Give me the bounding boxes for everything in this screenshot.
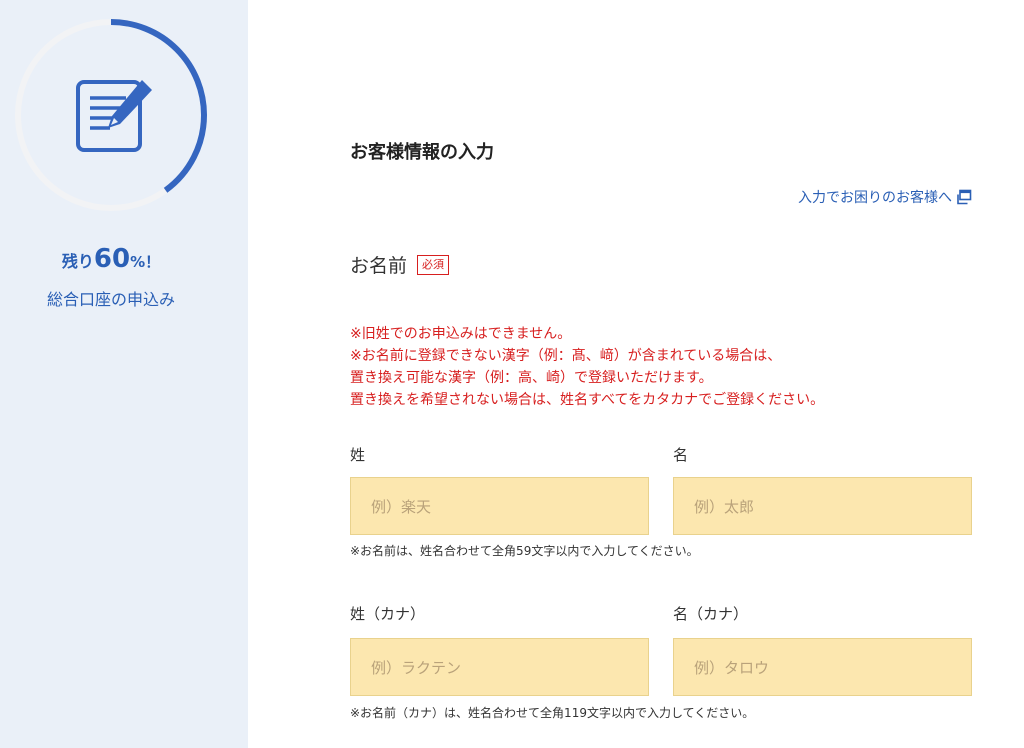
first-kana-placeholder: 例）タロウ: [694, 658, 770, 677]
first-name-placeholder: 例）太郎: [694, 497, 755, 516]
first-name-input[interactable]: 例）太郎: [673, 477, 972, 535]
required-badge: 必須: [417, 254, 450, 275]
kana-length-note: ※お名前（カナ）は、姓名合わせて全角119文字以内で入力してください。: [350, 706, 755, 720]
name-label: お名前: [350, 255, 408, 277]
last-kana-label: 姓（カナ）: [350, 605, 426, 623]
first-kana-label: 名（カナ）: [673, 605, 749, 623]
notice-line: 置き換えを希望されない場合は、姓名すべてをカタカナでご登録ください。: [350, 392, 825, 408]
last-name-label: 姓: [350, 446, 366, 464]
notice-line: ※旧姓でのお申込みはできません。: [350, 326, 572, 342]
last-kana-placeholder: 例）ラクテン: [371, 658, 462, 677]
document-edit-icon: [76, 80, 152, 152]
name-section-label: お名前 必須: [350, 251, 450, 278]
last-name-input[interactable]: 例）楽天: [350, 477, 649, 535]
main-content: お客様情報の入力 入力でお困りのお客様へ お名前 必須 ※旧姓でのお申込みはでき…: [248, 0, 1024, 748]
progress-prefix: 残り: [61, 252, 94, 271]
application-name: 総合口座の申込み: [46, 290, 175, 309]
progress-value: 60: [93, 244, 131, 274]
last-kana-input[interactable]: 例）ラクテン: [350, 638, 649, 696]
notice-line: ※お名前に登録できない漢字（例：髙、﨑）が含まれている場合は、: [350, 348, 782, 364]
progress-suffix: %！: [130, 253, 161, 271]
notice-line: 置き換え可能な漢字（例：高、崎）で登録いただけます。: [350, 370, 713, 386]
progress-remaining: 残り60%！: [0, 244, 222, 277]
page-title: お客様情報の入力: [350, 142, 494, 163]
first-name-label: 名: [673, 446, 689, 464]
external-window-icon: [957, 189, 972, 205]
first-kana-input[interactable]: 例）タロウ: [673, 638, 972, 696]
progress-sidebar: 残り60%！ 総合口座の申込み: [0, 0, 248, 748]
last-name-placeholder: 例）楽天: [371, 497, 432, 516]
help-link-label: 入力でお困りのお客様へ: [798, 190, 952, 206]
name-notices: ※旧姓でのお申込みはできません。 ※お名前に登録できない漢字（例：髙、﨑）が含ま…: [350, 323, 824, 411]
kanji-length-note: ※お名前は、姓名合わせて全角59文字以内で入力してください。: [350, 544, 699, 558]
help-link[interactable]: 入力でお困りのお客様へ: [798, 187, 972, 207]
